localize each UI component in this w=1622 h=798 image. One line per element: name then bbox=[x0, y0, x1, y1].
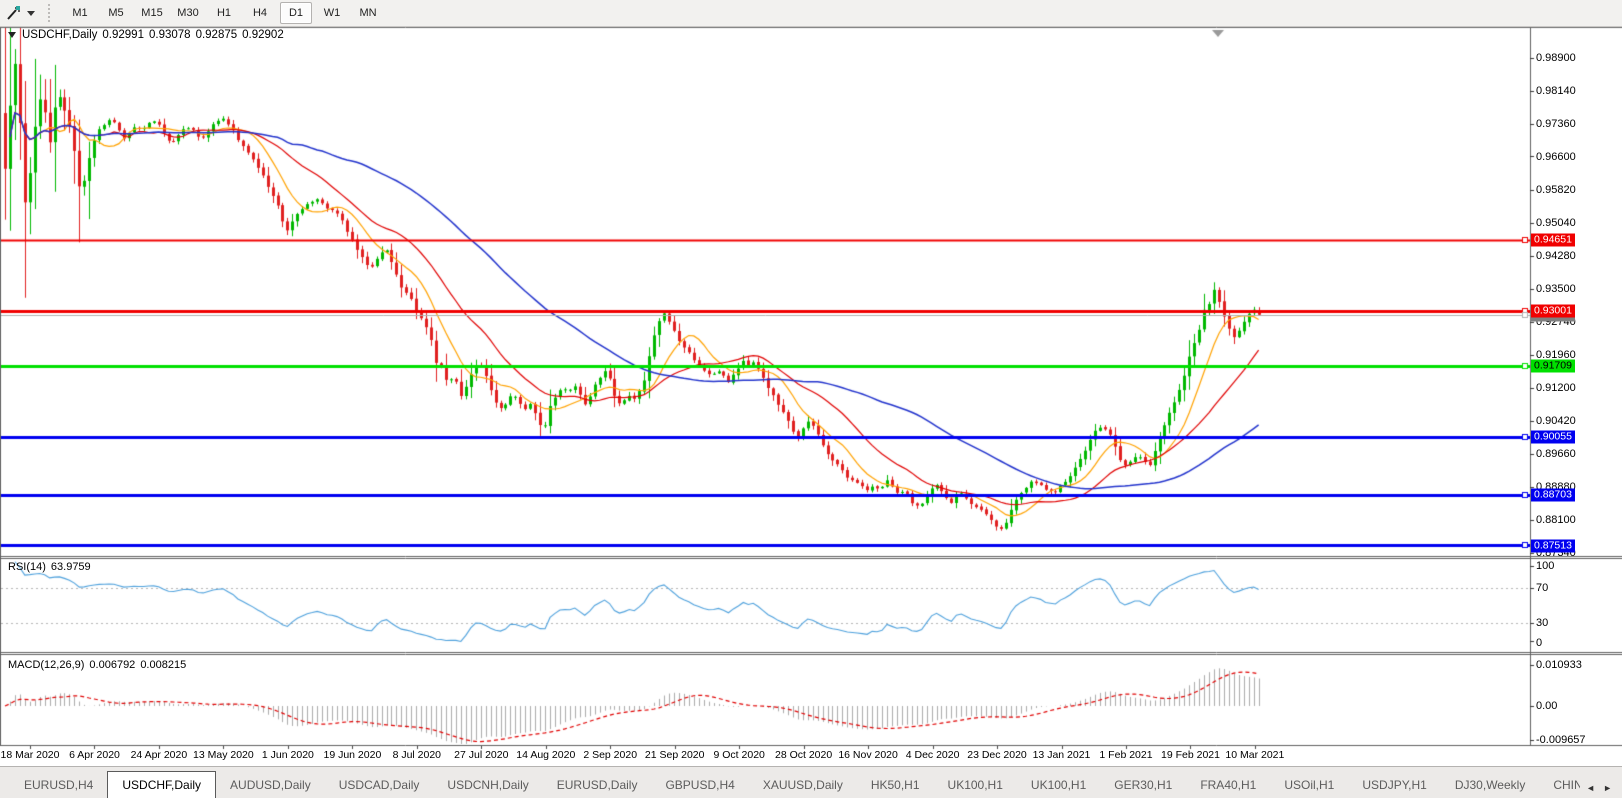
date-tick-label: 2 Sep 2020 bbox=[583, 749, 637, 761]
macd-name: MACD(12,26,9) bbox=[8, 659, 84, 671]
level-price-label: 0.88703 bbox=[1531, 488, 1575, 501]
macd-signal-value: 0.008215 bbox=[140, 659, 186, 671]
level-price-label: 0.91709 bbox=[1531, 359, 1575, 372]
macd-label: MACD(12,26,9) 0.006792 0.008215 bbox=[8, 659, 191, 671]
toolbar-grip bbox=[47, 4, 52, 22]
timeframe-button-d1[interactable]: D1 bbox=[280, 2, 312, 24]
timeframe-toolbar: M1M5M15M30H1H4D1W1MN bbox=[0, 0, 1622, 27]
quote-high: 0.93078 bbox=[149, 29, 191, 41]
macd-scale-label: -0.009657 bbox=[1536, 734, 1586, 746]
level-price-label: 0.93001 bbox=[1531, 304, 1575, 317]
date-tick-label: 1 Jun 2020 bbox=[262, 749, 314, 761]
date-tick-label: 21 Sep 2020 bbox=[645, 749, 705, 761]
quote-line: USDCHF,Daily 0.92991 0.93078 0.92875 0.9… bbox=[8, 28, 289, 42]
date-tick-label: 18 Mar 2020 bbox=[1, 749, 60, 761]
cursor-tool-icon bbox=[6, 5, 22, 21]
price-tick-label: 0.93500 bbox=[1536, 283, 1576, 295]
quote-close: 0.92902 bbox=[242, 29, 284, 41]
price-tick-label: 0.88100 bbox=[1536, 514, 1576, 526]
quote-open: 0.92991 bbox=[102, 29, 144, 41]
price-tick-label: 0.98140 bbox=[1536, 85, 1576, 97]
date-tick-label: 19 Jun 2020 bbox=[323, 749, 381, 761]
price-tick-label: 0.90420 bbox=[1536, 415, 1576, 427]
rsi-name: RSI(14) bbox=[8, 561, 46, 573]
price-tick-label: 0.94280 bbox=[1536, 250, 1576, 262]
symbol-tabs: EURUSD,H4USDCHF,DailyAUDUSD,DailyUSDCAD,… bbox=[0, 767, 1580, 798]
price-tick-label: 0.91200 bbox=[1536, 382, 1576, 394]
macd-main-value: 0.006792 bbox=[89, 659, 135, 671]
level-price-label: 0.94651 bbox=[1531, 233, 1575, 246]
rsi-scale-label: 30 bbox=[1536, 617, 1548, 629]
tab-ger30-h1[interactable]: GER30,H1 bbox=[1100, 773, 1186, 797]
macd-scale-label: 0.010933 bbox=[1536, 659, 1582, 671]
tab-audusd-daily[interactable]: AUDUSD,Daily bbox=[216, 773, 325, 797]
level-price-label: 0.87513 bbox=[1531, 539, 1575, 552]
tab-uk100-h1[interactable]: UK100,H1 bbox=[934, 773, 1017, 797]
date-tick-label: 19 Feb 2021 bbox=[1161, 749, 1220, 761]
price-tick-label: 0.97360 bbox=[1536, 118, 1576, 130]
price-tick-label: 0.96600 bbox=[1536, 151, 1576, 163]
date-tick-label: 6 Apr 2020 bbox=[69, 749, 120, 761]
tab-uk100-h1[interactable]: UK100,H1 bbox=[1017, 773, 1100, 797]
quote-low: 0.92875 bbox=[196, 29, 238, 41]
price-tick-label: 0.95040 bbox=[1536, 217, 1576, 229]
tab-eurusd-daily[interactable]: EURUSD,Daily bbox=[543, 773, 652, 797]
tab-usdchf-daily[interactable]: USDCHF,Daily bbox=[107, 771, 216, 798]
price-tick-label: 0.98900 bbox=[1536, 52, 1576, 64]
price-tick-label: 0.89660 bbox=[1536, 448, 1576, 460]
rsi-scale-label: 70 bbox=[1536, 582, 1548, 594]
symbol-tab-bar: EURUSD,H4USDCHF,DailyAUDUSD,DailyUSDCAD,… bbox=[0, 766, 1622, 798]
price-tick-label: 0.95820 bbox=[1536, 184, 1576, 196]
price-chart-canvas[interactable] bbox=[0, 0, 1622, 798]
timeframe-buttons: M1M5M15M30H1H4D1W1MN bbox=[62, 2, 386, 24]
symbol-label: USDCHF,Daily bbox=[22, 29, 97, 41]
cursor-tool-button[interactable] bbox=[0, 2, 39, 24]
timeframe-button-m30[interactable]: M30 bbox=[172, 2, 204, 24]
date-tick-label: 23 Dec 2020 bbox=[967, 749, 1027, 761]
timeframe-button-w1[interactable]: W1 bbox=[316, 2, 348, 24]
rsi-label: RSI(14) 63.9759 bbox=[8, 561, 96, 573]
chevron-down-icon bbox=[27, 11, 35, 16]
date-tick-label: 27 Jul 2020 bbox=[454, 749, 508, 761]
date-tick-label: 4 Dec 2020 bbox=[906, 749, 960, 761]
timeframe-button-mn[interactable]: MN bbox=[352, 2, 384, 24]
tab-scroll-left-icon[interactable]: ◄ bbox=[1582, 783, 1599, 793]
timeframe-button-m1[interactable]: M1 bbox=[64, 2, 96, 24]
tab-eurusd-h4[interactable]: EURUSD,H4 bbox=[10, 773, 107, 797]
tab-scroll-right-icon[interactable]: ► bbox=[1599, 783, 1616, 793]
date-tick-label: 1 Feb 2021 bbox=[1099, 749, 1152, 761]
date-tick-label: 10 Mar 2021 bbox=[1225, 749, 1284, 761]
tab-usdjpy-h1[interactable]: USDJPY,H1 bbox=[1348, 773, 1440, 797]
level-price-label: 0.90055 bbox=[1531, 430, 1575, 443]
tab-hk50-h1[interactable]: HK50,H1 bbox=[857, 773, 934, 797]
date-tick-label: 13 Jan 2021 bbox=[1033, 749, 1091, 761]
tab-usdcad-daily[interactable]: USDCAD,Daily bbox=[325, 773, 434, 797]
tab-dj30-weekly[interactable]: DJ30,Weekly bbox=[1441, 773, 1539, 797]
tab-fra40-h1[interactable]: FRA40,H1 bbox=[1186, 773, 1270, 797]
rsi-scale-label: 100 bbox=[1536, 560, 1554, 572]
date-tick-label: 8 Jul 2020 bbox=[393, 749, 441, 761]
tab-gbpusd-h4[interactable]: GBPUSD,H4 bbox=[651, 773, 748, 797]
trading-platform-window: M1M5M15M30H1H4D1W1MN USDCHF,Daily 0.9299… bbox=[0, 0, 1622, 798]
date-tick-label: 13 May 2020 bbox=[193, 749, 254, 761]
macd-scale-label: 0.00 bbox=[1536, 700, 1557, 712]
timeframe-button-h4[interactable]: H4 bbox=[244, 2, 276, 24]
date-tick-label: 24 Apr 2020 bbox=[131, 749, 188, 761]
ohlc-toggle-icon[interactable] bbox=[8, 32, 16, 38]
date-tick-label: 14 Aug 2020 bbox=[516, 749, 575, 761]
rsi-scale-label: 0 bbox=[1536, 637, 1542, 649]
date-tick-label: 9 Oct 2020 bbox=[714, 749, 765, 761]
timeframe-button-m5[interactable]: M5 bbox=[100, 2, 132, 24]
rsi-value: 63.9759 bbox=[51, 561, 91, 573]
timeframe-button-h1[interactable]: H1 bbox=[208, 2, 240, 24]
date-tick-label: 16 Nov 2020 bbox=[838, 749, 898, 761]
date-tick-label: 28 Oct 2020 bbox=[775, 749, 832, 761]
timeframe-button-m15[interactable]: M15 bbox=[136, 2, 168, 24]
tab-china300-h1[interactable]: CHINA300,H1 bbox=[1539, 773, 1580, 797]
tab-xauusd-daily[interactable]: XAUUSD,Daily bbox=[749, 773, 857, 797]
tab-usoil-h1[interactable]: USOil,H1 bbox=[1270, 773, 1348, 797]
tab-usdcnh-daily[interactable]: USDCNH,Daily bbox=[433, 773, 542, 797]
